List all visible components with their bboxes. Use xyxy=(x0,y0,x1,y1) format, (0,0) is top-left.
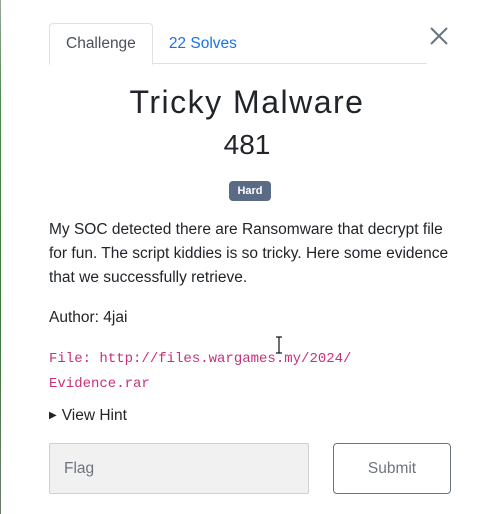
tab-bar: Challenge 22 Solves xyxy=(49,23,427,65)
flag-input[interactable] xyxy=(49,443,309,494)
file-link-line-1[interactable]: File: http://files.wargames.my/2024/ xyxy=(49,347,449,372)
file-link-line-2[interactable]: Evidence.rar xyxy=(49,372,449,397)
triangle-right-icon: ▶ xyxy=(49,410,57,421)
challenge-description: My SOC detected there are Ransomware tha… xyxy=(49,221,449,286)
submit-button[interactable]: Submit xyxy=(333,443,451,494)
file-link[interactable]: File: http://files.wargames.my/2024/ Evi… xyxy=(49,347,449,397)
challenge-title: Tricky Malware xyxy=(129,84,365,120)
challenge-modal: Challenge 22 Solves Tricky Malware 481 H… xyxy=(0,0,494,514)
difficulty-badge: Hard xyxy=(229,181,271,201)
tab-solves[interactable]: 22 Solves xyxy=(153,23,253,64)
close-icon xyxy=(430,27,448,45)
challenge-author: Author: 4jai xyxy=(49,309,128,326)
view-hint-toggle[interactable]: ▶ View Hint xyxy=(49,404,127,427)
close-button[interactable] xyxy=(428,25,450,47)
challenge-points: 481 xyxy=(223,129,271,160)
view-hint-label: View Hint xyxy=(61,406,127,424)
tab-challenge[interactable]: Challenge xyxy=(49,23,153,65)
text-cursor-icon xyxy=(276,336,282,354)
background-edge xyxy=(0,0,1,514)
